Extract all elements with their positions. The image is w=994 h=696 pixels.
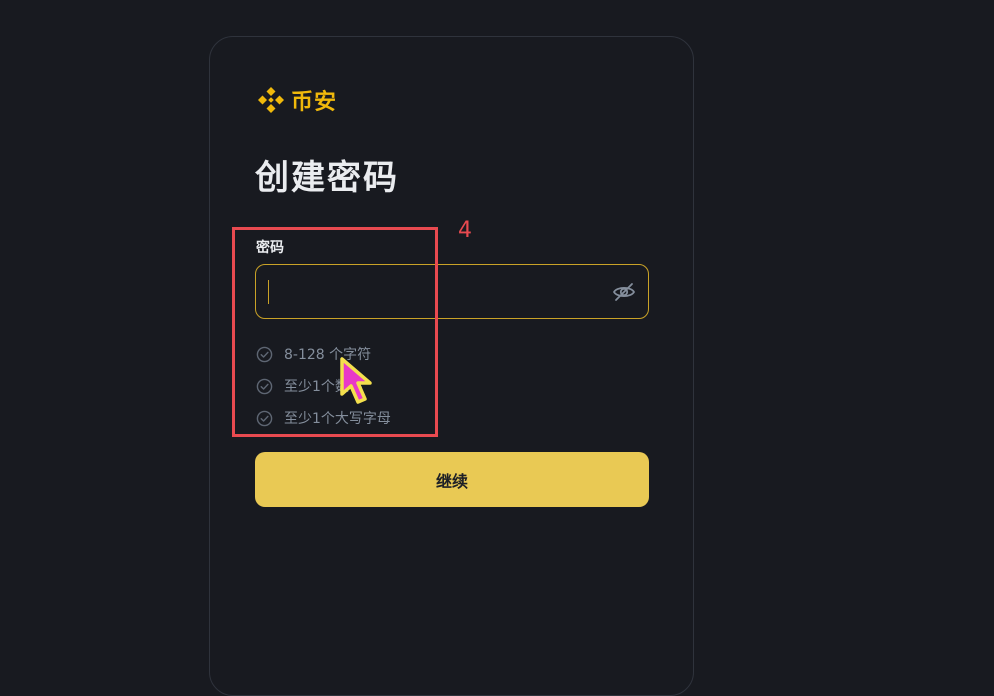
password-visibility-toggle[interactable] <box>612 280 636 304</box>
check-circle-icon <box>256 410 273 426</box>
requirement-text: 8-128 个字符 <box>284 347 372 363</box>
annotation-number: 4 <box>458 218 472 243</box>
requirement-text: 至少1个数字 <box>284 379 363 395</box>
text-caret <box>268 280 269 304</box>
page-title: 创建密码 <box>255 158 399 198</box>
password-requirements: 8-128 个字符 至少1个数字 至少1个大写字母 <box>256 338 391 434</box>
password-label: 密码 <box>256 240 284 256</box>
eye-off-icon <box>612 283 636 301</box>
requirement-digit: 至少1个数字 <box>256 370 391 402</box>
continue-button[interactable]: 继续 <box>255 452 649 507</box>
requirement-text: 至少1个大写字母 <box>284 411 391 427</box>
binance-logo-icon <box>258 87 284 113</box>
check-circle-icon <box>256 378 273 394</box>
password-input[interactable] <box>268 273 602 312</box>
check-circle-icon <box>256 346 273 362</box>
requirement-uppercase: 至少1个大写字母 <box>256 402 391 434</box>
password-field[interactable] <box>255 264 649 319</box>
brand-name: 币安 <box>291 90 338 115</box>
requirement-length: 8-128 个字符 <box>256 338 391 370</box>
brand-logo: 币安 <box>255 84 337 116</box>
